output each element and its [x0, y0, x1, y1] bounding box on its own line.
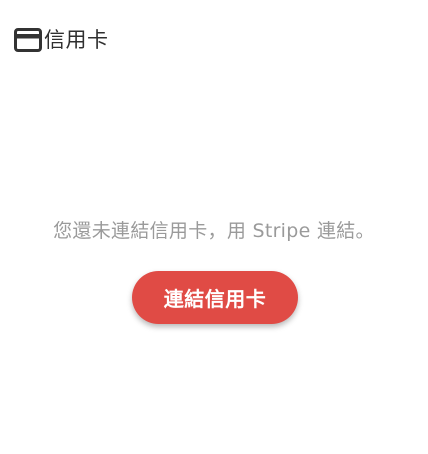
- empty-state-message: 您還未連結信用卡，用 Stripe 連結。: [53, 220, 375, 242]
- section-title: 信用卡: [44, 28, 109, 52]
- credit-card-icon: [14, 26, 42, 54]
- section-header: 信用卡: [14, 26, 109, 54]
- connect-credit-card-button[interactable]: 連結信用卡: [132, 271, 298, 324]
